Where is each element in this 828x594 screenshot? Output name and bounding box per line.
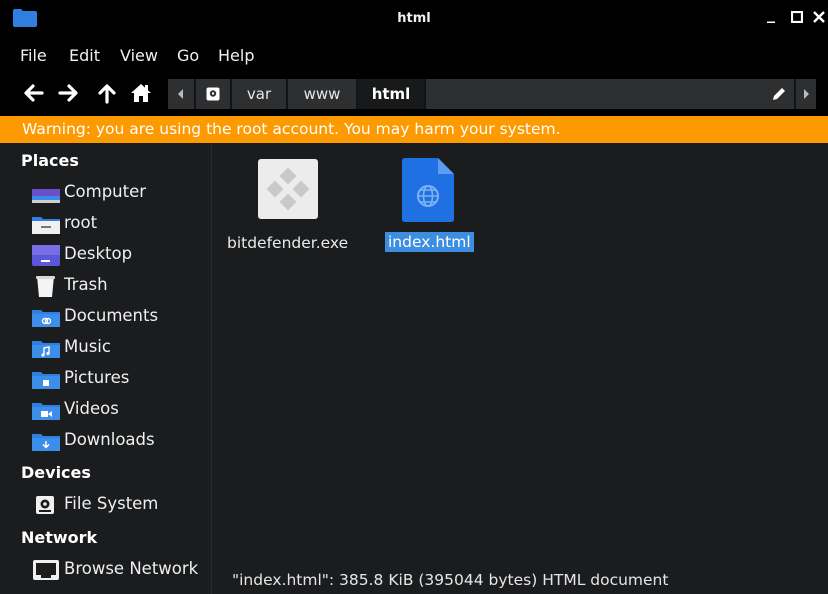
sidebar-item-label: Music (64, 337, 111, 356)
sidebar-item-desktop[interactable]: Desktop (0, 241, 212, 269)
status-text: "index.html": 385.8 KiB (395044 bytes) H… (232, 571, 669, 589)
sidebar-item-label: File System (64, 494, 159, 513)
sidebar-item-browse-network[interactable]: Browse Network (0, 556, 212, 584)
sidebar-item-computer[interactable]: Computer (0, 179, 212, 207)
path-root-button[interactable] (196, 79, 230, 109)
network-icon (33, 560, 59, 580)
home-icon[interactable] (130, 82, 152, 104)
sidebar-item-pictures[interactable]: Pictures (0, 365, 212, 393)
maximize-icon (790, 10, 804, 24)
sidebar-item-music[interactable]: Music (0, 334, 212, 362)
path-right-scroll-button[interactable] (796, 79, 816, 109)
crumb-html[interactable]: html (358, 79, 424, 109)
status-bar: "index.html": 385.8 KiB (395044 bytes) H… (213, 567, 828, 594)
trash-icon (36, 276, 55, 297)
sidebar-item-downloads[interactable]: Downloads (0, 427, 212, 455)
minimize-button[interactable]: _ (761, 4, 781, 26)
file-item-index-html[interactable]: index.html (373, 143, 483, 263)
documents-folder-icon (32, 310, 60, 327)
file-name: index.html (385, 232, 474, 252)
sidebar-item-label: Browse Network (64, 559, 199, 578)
network-header: Network (21, 528, 98, 547)
home-folder-icon (32, 217, 60, 234)
downloads-folder-icon (32, 434, 60, 451)
back-arrow-icon[interactable] (22, 82, 44, 104)
sidebar-item-root[interactable]: root (0, 210, 212, 238)
html-file-icon (402, 158, 454, 222)
desktop-folder-icon (32, 245, 60, 266)
places-header: Places (21, 151, 79, 170)
file-item-bitdefender[interactable]: bitdefender.exe (213, 143, 363, 263)
sidebar-item-label: Videos (64, 399, 119, 418)
sidebar-item-label: Pictures (64, 368, 130, 387)
sidebar-item-label: Documents (64, 306, 159, 325)
pencil-icon (773, 88, 785, 100)
forward-arrow-icon[interactable] (58, 82, 80, 104)
title-bar: html _ (0, 0, 828, 38)
sidebar-item-documents[interactable]: Documents (0, 303, 212, 331)
chevron-right-icon (804, 89, 809, 99)
root-warning-banner: Warning: you are using the root account.… (0, 116, 828, 143)
sidebar-item-trash[interactable]: Trash (0, 272, 212, 300)
crumb-var[interactable]: var (232, 79, 286, 109)
edit-path-button[interactable] (764, 79, 794, 109)
path-left-scroll-button[interactable] (168, 79, 194, 109)
menu-view[interactable]: View (120, 46, 158, 65)
sidebar-item-label: Desktop (64, 244, 133, 263)
music-folder-icon (32, 341, 60, 358)
file-view: bitdefender.exe index.html (213, 143, 828, 567)
sidebar: Places Computer root Desktop Trash Docum… (0, 143, 212, 594)
sidebar-item-file-system[interactable]: File System (0, 491, 212, 519)
drive-icon (36, 496, 54, 514)
devices-header: Devices (21, 463, 91, 482)
crumb-www[interactable]: www (288, 79, 356, 109)
path-bar: var www html (168, 79, 816, 109)
menu-bar: File Edit View Go Help (0, 38, 828, 72)
sidebar-item-label: Computer (64, 182, 147, 201)
menu-edit[interactable]: Edit (69, 46, 100, 65)
menu-file[interactable]: File (20, 46, 47, 65)
sidebar-item-label: Trash (64, 275, 108, 294)
sidebar-item-label: root (64, 213, 98, 232)
drive-icon (206, 87, 220, 101)
videos-folder-icon (32, 403, 60, 420)
up-arrow-icon[interactable] (96, 82, 118, 104)
pictures-folder-icon (32, 372, 60, 389)
maximize-button[interactable] (787, 7, 807, 29)
window-title: html (397, 11, 431, 26)
sidebar-item-videos[interactable]: Videos (0, 396, 212, 424)
sidebar-item-label: Downloads (64, 430, 155, 449)
file-name: bitdefender.exe (227, 234, 349, 252)
executable-icon (258, 159, 318, 219)
computer-icon (32, 189, 60, 203)
menu-help[interactable]: Help (218, 46, 254, 65)
close-icon (813, 11, 825, 23)
close-button[interactable] (809, 7, 828, 29)
chevron-left-icon (178, 89, 183, 99)
menu-go[interactable]: Go (177, 46, 199, 65)
